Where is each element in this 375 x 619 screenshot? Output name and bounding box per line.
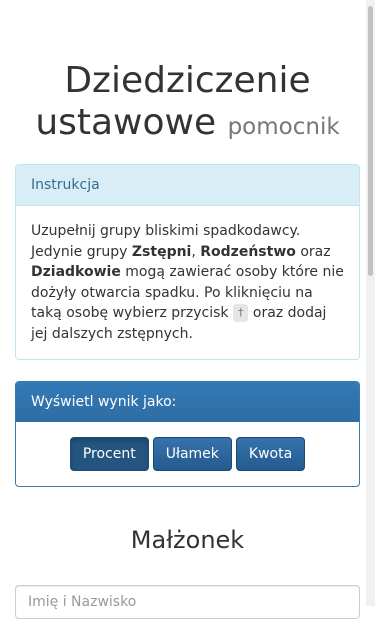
instructions-oraz: oraz: [295, 243, 331, 260]
result-format-heading: Wyświetl wynik jako:: [16, 382, 359, 422]
group-grandparents: Dziadkowie: [31, 264, 121, 280]
group-descendants: Zstępni: [131, 243, 192, 260]
main-container: Dziedziczenie ustawowe pomocnik Instrukc…: [15, 0, 360, 619]
deceased-cross-icon: †: [232, 304, 249, 322]
spouse-section-title: Małżonek: [130, 526, 245, 554]
page-title-line1: Dziedziczenie: [64, 60, 311, 101]
instructions-heading: Instrukcja: [16, 165, 359, 206]
page-title: Dziedziczenie ustawowe pomocnik: [15, 0, 360, 148]
result-format-panel: Wyświetl wynik jako: Procent Ułamek Kwot…: [15, 381, 360, 487]
instructions-body: Uzupełnij grupy bliskimi spadkodawcy. Je…: [16, 206, 359, 359]
scrollbar-thumb[interactable]: [368, 6, 373, 276]
result-format-button-group: Procent Ułamek Kwota: [16, 422, 359, 486]
page-title-line2: ustawowe: [35, 102, 217, 143]
instructions-comma: ,: [191, 243, 201, 260]
page-subtitle: pomocnik: [227, 114, 340, 140]
spouse-name-input[interactable]: Imię i Nazwisko: [15, 585, 360, 619]
fraction-button[interactable]: Ułamek: [152, 437, 232, 471]
group-siblings: Rodzeństwo: [200, 243, 296, 260]
instructions-panel: Instrukcja Uzupełnij grupy bliskimi spad…: [15, 164, 360, 360]
amount-button[interactable]: Kwota: [235, 437, 306, 471]
page-scrollbar[interactable]: [366, 0, 375, 606]
percent-button[interactable]: Procent: [69, 437, 149, 471]
